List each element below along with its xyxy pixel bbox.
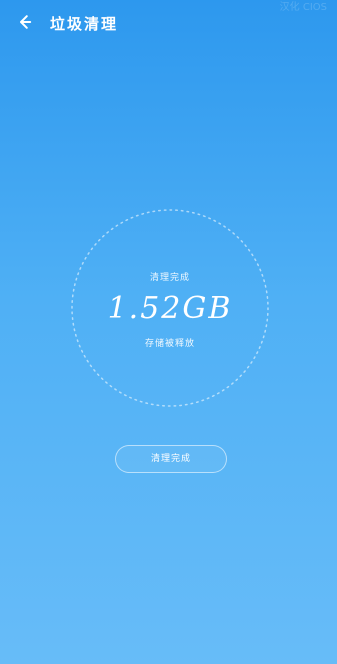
arrow-left-icon [16,14,32,34]
storage-released-text: 存储被释放 [144,339,195,349]
page-title: 垃圾清理 [50,15,119,33]
released-size-value: 1.52GB [107,291,233,326]
result-ring: 清理完成 1.52GB 存储被释放 [70,208,270,408]
cleanup-complete-button[interactable]: 清理完成 [115,445,227,473]
cleanup-complete-label: 清理完成 [150,454,191,464]
watermark-text: 汉化 CIOS [279,2,327,13]
back-button[interactable] [10,10,38,38]
junk-clean-screen: 垃圾清理 汉化 CIOS 清理完成 1.52GB 存储被释放 清理完成 [0,0,337,664]
cleanup-status-text: 清理完成 [149,273,190,283]
top-bar: 垃圾清理 汉化 CIOS [0,0,337,48]
